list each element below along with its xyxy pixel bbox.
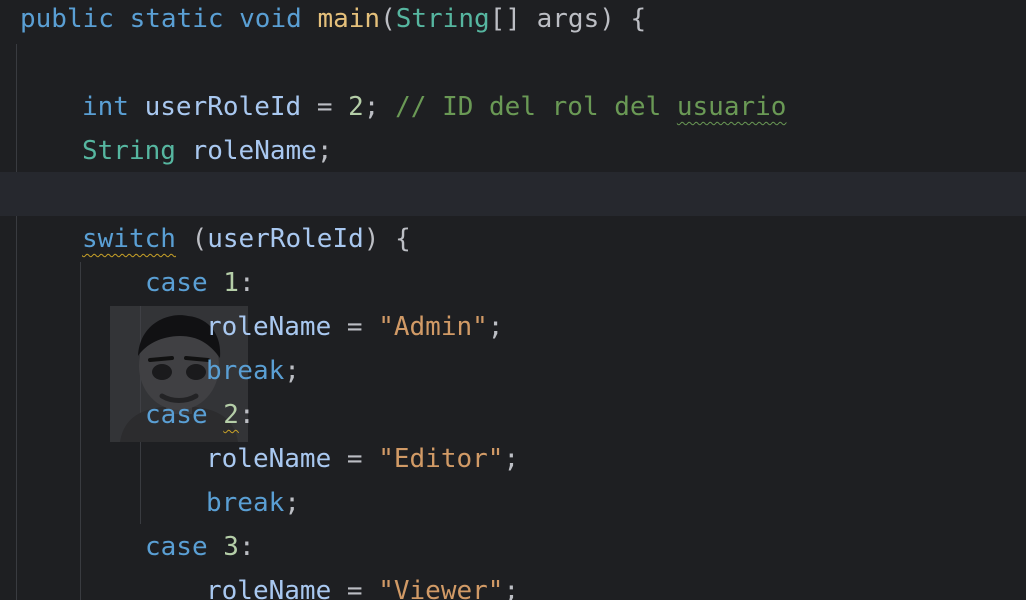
code-line[interactable]: case 2: [0,393,1026,437]
variable-name: roleName [206,312,332,342]
code-line[interactable]: int userRoleId = 2; // ID del rol del us… [0,85,1026,129]
keyword: static [129,4,224,34]
code-line[interactable]: roleName = "Editor"; [0,437,1026,481]
punctuation: ; [503,576,520,600]
code-line[interactable]: break; [0,349,1026,393]
punctuation: ; [363,92,380,122]
operator: = [346,576,363,600]
variable-name: roleName [206,576,332,600]
parameter-name: args [536,4,600,34]
type-name: String [82,136,176,166]
comment: // ID del rol del [395,92,677,122]
operator: = [316,92,333,122]
code-line[interactable]: case 3: [0,525,1026,569]
type-name: String [395,4,490,34]
keyword: case [145,268,208,298]
punctuation: : [238,532,255,562]
code-line[interactable]: public static void main(String[] args) { [0,0,1026,41]
keyword: int [82,92,129,122]
punctuation: : [238,268,255,298]
method-name: main [317,4,381,34]
keyword: void [239,4,302,34]
operator: = [346,312,363,342]
code-line[interactable]: break; [0,481,1026,525]
punctuation: ; [284,488,300,518]
punctuation: ; [487,312,504,342]
number-literal-warning: 2 [223,400,239,430]
string-literal: "Admin" [378,312,488,342]
punctuation: ) [363,224,380,254]
code-line[interactable]: case 1: [0,261,1026,305]
operator: = [346,444,363,474]
punctuation: { [395,224,411,254]
code-line[interactable]: String roleName; [0,129,1026,173]
code-line[interactable]: roleName = "Viewer"; [0,569,1026,600]
string-literal: "Viewer" [378,576,504,600]
current-line-highlight[interactable] [0,172,1026,216]
punctuation: ; [284,356,300,386]
variable-name: roleName [191,136,317,166]
keyword-switch-warning: switch [82,224,176,254]
punctuation: [] [489,4,521,34]
keyword: case [145,400,208,430]
keyword: break [206,488,285,518]
number-literal: 2 [348,92,364,122]
punctuation: ( [380,4,396,34]
string-literal: "Editor" [378,444,504,474]
punctuation: ) [599,4,615,34]
variable-name: userRoleId [144,92,302,122]
typo-warning-comment-word: usuario [676,92,787,122]
variable-name: userRoleId [207,224,364,254]
code-editor[interactable]: public static void main(String[] args) {… [0,0,1026,600]
keyword: case [145,532,208,562]
variable-name: roleName [206,444,332,474]
number-literal: 3 [223,532,239,562]
code-line[interactable]: roleName = "Admin"; [0,305,1026,349]
keyword: break [206,356,285,386]
punctuation: : [238,400,255,430]
number-literal: 1 [223,268,239,298]
code-line[interactable]: switch (userRoleId) { [0,217,1026,261]
punctuation: { [630,4,647,34]
keyword: public [20,4,114,34]
punctuation: ; [316,136,333,166]
punctuation: ; [503,444,520,474]
punctuation: ( [191,224,208,254]
